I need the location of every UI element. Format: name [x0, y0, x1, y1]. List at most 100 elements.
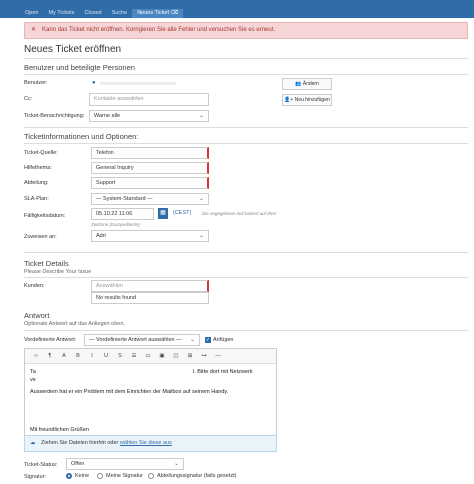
kunden-label: Kunden:: [24, 283, 45, 289]
add-user-icon: 👤+: [284, 97, 294, 103]
source-value: Telefon: [96, 150, 114, 156]
horizontal-rule-icon[interactable]: —: [211, 353, 225, 359]
file-icon[interactable]: ◫: [169, 353, 183, 359]
due-hint: Die angegebene Zeit basiert auf Ihrer: [202, 211, 277, 216]
answer-subtitle: Optionale Antwort auf das Anliegen oben.: [24, 321, 125, 327]
status-label: Ticket-Status:: [24, 462, 58, 468]
attach-checkbox[interactable]: ✓ Anfügen: [205, 337, 234, 343]
topic-value: General Inquiry: [96, 165, 134, 171]
topic-select[interactable]: General Inquiry: [91, 162, 209, 174]
underline-icon[interactable]: U: [99, 353, 113, 359]
change-user-label: Ändern: [302, 81, 319, 87]
tab-closed[interactable]: Closed: [79, 9, 106, 18]
dept-select[interactable]: Support: [91, 177, 209, 189]
benutzer-label: Benutzer:: [24, 80, 48, 86]
tab-my-tickets[interactable]: My Tickets: [43, 9, 79, 18]
image-icon[interactable]: ▭: [141, 353, 155, 359]
divider: [24, 58, 468, 59]
italic-icon[interactable]: I: [85, 353, 99, 359]
sla-select[interactable]: — System-Standard — ⌄: [91, 193, 209, 205]
canned-value: — Vordefinierte Antwort auswählen —: [89, 337, 182, 343]
cc-input[interactable]: Kontakte auswählen: [89, 93, 209, 106]
change-user-button[interactable]: 👥 Ändern: [282, 78, 332, 90]
sla-value: — System-Standard —: [96, 196, 153, 202]
divider: [24, 74, 468, 75]
status-select[interactable]: Offen ⌄: [66, 458, 184, 470]
kunden-dropdown: No results found: [91, 292, 209, 304]
signature-mine-radio[interactable]: Meine Signatur: [97, 473, 143, 479]
cc-label: Cc:: [24, 96, 33, 102]
text-color-icon[interactable]: A: [57, 353, 71, 359]
tab-new-ticket-label: Neues Ticket: [137, 10, 169, 16]
notify-value: Warne alle: [94, 113, 121, 119]
page-title: Neues Ticket eröffnen: [24, 44, 122, 55]
tab-search[interactable]: Suche: [107, 9, 133, 18]
video-icon[interactable]: ▣: [155, 353, 169, 359]
section-details-heading: Ticket Details: [24, 259, 69, 268]
eraser-icon[interactable]: ⌫: [171, 10, 179, 16]
notify-select[interactable]: Warne alle ⌄: [89, 110, 209, 122]
status-value: Offen: [71, 461, 85, 467]
list-icon[interactable]: ☰: [127, 353, 141, 359]
chevron-down-icon: ⌄: [198, 196, 204, 202]
due-label: Fälligkeitsdatum:: [24, 213, 66, 219]
editor-line-3: Ausserdem hat er ein Problem mit dem Ein…: [30, 389, 229, 395]
drop-text: Ziehen Sie Dateien hierhin oder: [41, 440, 120, 446]
details-subtitle: Please Describe Your Issue: [24, 269, 92, 275]
signature-dept-radio[interactable]: Abteilungssignatur (falls gesetzt): [148, 473, 236, 479]
notify-label: Ticket-Benachrichtigung:: [24, 113, 85, 119]
close-icon[interactable]: ✕: [31, 23, 36, 38]
canned-label: Vordefinierte Antwort:: [24, 337, 77, 343]
cc-placeholder: Kontakte auswählen: [94, 96, 144, 102]
top-navbar: Open My Tickets Closed Suche Neues Ticke…: [0, 0, 474, 18]
source-select[interactable]: Telefon: [91, 147, 209, 159]
divider: [24, 277, 468, 278]
benutzer-value-redacted: [100, 82, 176, 85]
attach-label: Anfügen: [213, 337, 234, 343]
assign-value: Adri: [96, 233, 106, 239]
editor-greeting: Mit freundlichen Grüßen: [30, 427, 89, 433]
kunden-select[interactable]: Auswählen: [91, 280, 209, 292]
add-new-label: Neu hinzufügen: [294, 97, 330, 103]
divider: [24, 143, 468, 144]
signature-none-radio[interactable]: Keine: [66, 473, 89, 479]
canned-response-select[interactable]: — Vordefinierte Antwort auswählen — ⌄: [84, 334, 200, 346]
dept-label: Abteilung:: [24, 180, 49, 186]
tab-open[interactable]: Open: [20, 9, 43, 18]
kunden-placeholder: Auswählen: [96, 283, 123, 289]
bold-icon[interactable]: B: [71, 353, 85, 359]
chevron-down-icon: ⌄: [198, 233, 204, 239]
error-alert: ✕ Kann das Ticket nicht eröffnen. Korrig…: [24, 22, 468, 39]
radio-checked-icon: [66, 473, 72, 479]
editor-line-2: ve: [30, 377, 36, 383]
editor-line-1b: l. Bitte dort mit Netzwerk: [193, 369, 253, 375]
topic-label: Hilfethema:: [24, 165, 52, 171]
table-icon[interactable]: ⊞: [183, 353, 197, 359]
editor-line-1a: Ta: [30, 369, 36, 375]
section-ticket-heading: Ticketinformationen und Optionen:: [24, 132, 139, 141]
zone-hint: Zeitzone (Europe/Berlin): [91, 222, 140, 227]
divider: [24, 127, 468, 128]
select-files-link[interactable]: wählen Sie diese aus: [120, 440, 172, 446]
code-view-icon[interactable]: ‹›: [29, 353, 43, 359]
person-icon: ●: [92, 80, 96, 86]
signature-none-label: Keine: [75, 473, 90, 479]
check-icon: ✓: [205, 337, 211, 343]
chevron-down-icon: ⌄: [189, 337, 195, 343]
paragraph-icon[interactable]: ¶: [43, 353, 57, 359]
add-new-user-button[interactable]: 👤+ Neu hinzufügen: [282, 94, 332, 106]
users-icon: 👥: [295, 81, 302, 87]
due-date-input[interactable]: 05.10.22 11:06: [91, 208, 154, 220]
signature-label: Signatur:: [24, 474, 47, 480]
strikethrough-icon[interactable]: S: [113, 353, 127, 359]
file-dropzone[interactable]: ☁ Ziehen Sie Dateien hierhin oder wählen…: [24, 435, 277, 452]
calendar-icon[interactable]: ▦: [158, 208, 168, 219]
section-answer-heading: Antwort: [24, 311, 50, 320]
sla-label: SLA-Plan:: [24, 196, 49, 202]
source-label: Ticket-Quelle:: [24, 150, 58, 156]
link-icon[interactable]: ⊶: [197, 353, 211, 359]
assign-select[interactable]: Adri ⌄: [91, 230, 209, 242]
radio-icon: [148, 473, 154, 479]
alert-text: Kann das Ticket nicht eröffnen. Korrigie…: [42, 27, 276, 33]
tab-new-ticket[interactable]: Neues Ticket ⌫: [132, 9, 184, 18]
